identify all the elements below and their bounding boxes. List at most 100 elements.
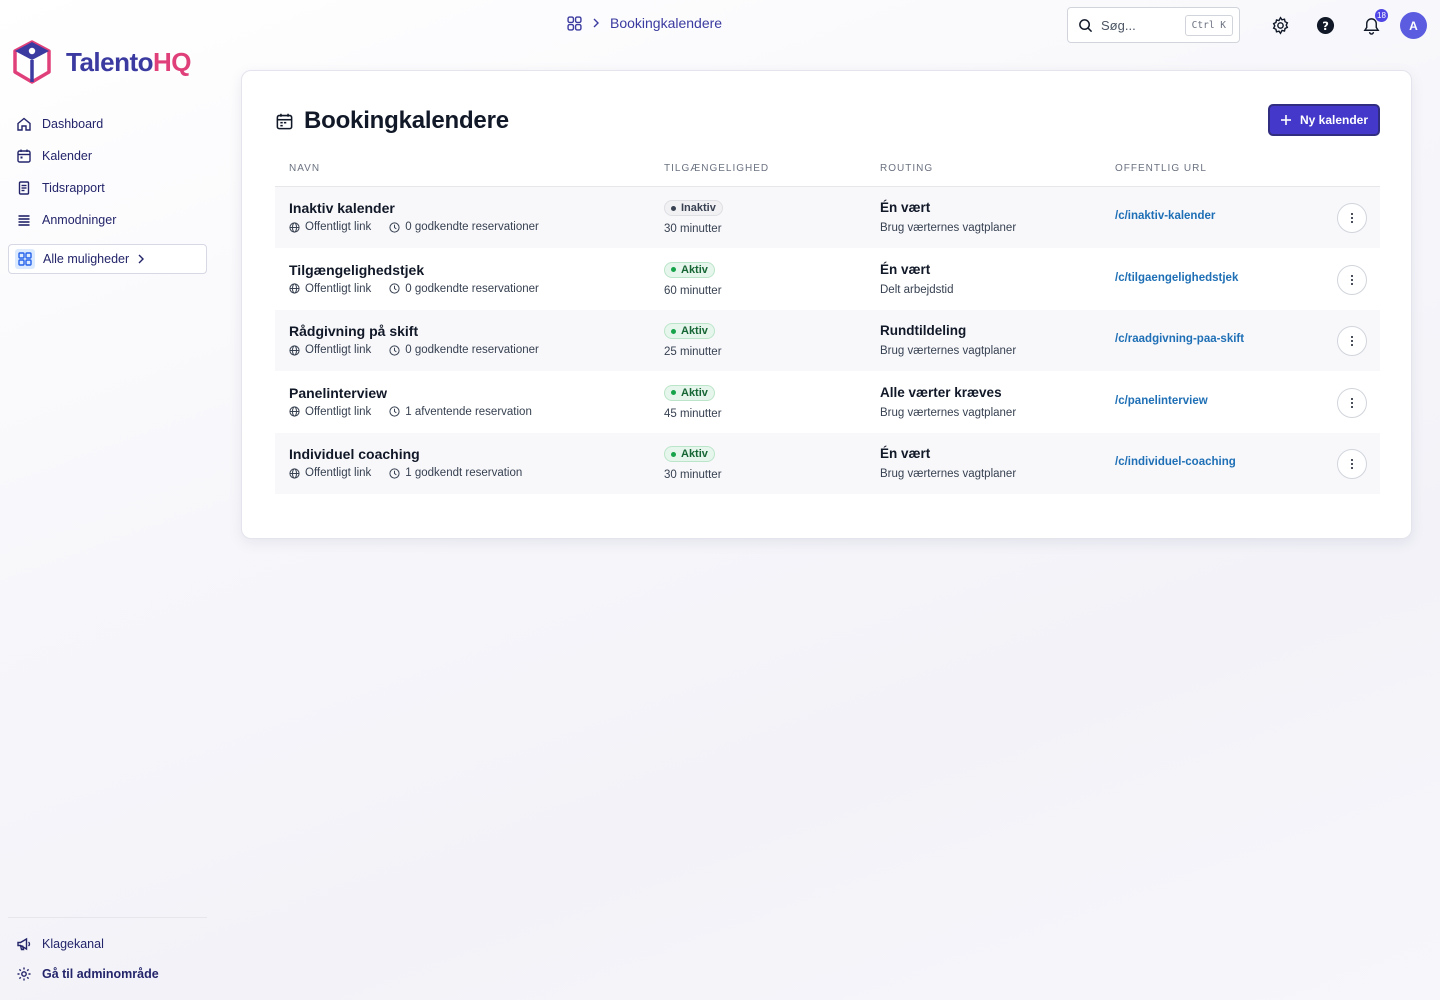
sidebar-nav: Dashboard Kalender Tidsrapport Anmodning… xyxy=(8,108,207,236)
logo-cube-icon xyxy=(13,40,51,84)
sidebar-item-label: Dashboard xyxy=(42,117,104,131)
public-link-label[interactable]: Offentligt link xyxy=(305,467,371,479)
breadcrumb-current[interactable]: Bookingkalendere xyxy=(610,15,722,31)
table-body: Inaktiv kalender Offentligt link 0 godke… xyxy=(275,187,1380,495)
sidebar-item-tidsrapport[interactable]: Tidsrapport xyxy=(8,172,207,204)
clock-icon xyxy=(389,344,400,356)
table-row[interactable]: Panelinterview Offentligt link 1 afvente… xyxy=(275,372,1380,433)
logo-text: TalentoHQ xyxy=(66,46,192,77)
public-link-label[interactable]: Offentligt link xyxy=(305,283,371,295)
status-badge: Inaktiv xyxy=(664,200,723,216)
table-row[interactable]: Individuel coaching Offentligt link 1 go… xyxy=(275,433,1380,495)
sidebar-item-anmodninger[interactable]: Anmodninger xyxy=(8,204,207,236)
routing-schedule: Delt arbejdstid xyxy=(880,283,954,296)
more-vertical-icon xyxy=(1351,459,1353,469)
public-link-label[interactable]: Offentligt link xyxy=(305,221,371,233)
help-button[interactable]: ? xyxy=(1314,14,1336,36)
calendar-name[interactable]: Inaktiv kalender xyxy=(289,200,395,216)
table-row[interactable]: Rådgivning på skift Offentligt link 0 go… xyxy=(275,310,1380,372)
routing-type: Én vært xyxy=(880,200,931,215)
document-icon xyxy=(18,181,30,195)
calendars-card: Bookingkalendere Ny kalender NAVN TILGÆN… xyxy=(241,70,1412,539)
calendar-name[interactable]: Panelinterview xyxy=(289,385,387,401)
status-label: Aktiv xyxy=(681,263,708,276)
sidebar-item-label: Anmodninger xyxy=(42,213,117,227)
status-dot xyxy=(671,328,676,334)
avatar[interactable]: A xyxy=(1400,12,1427,39)
list-icon xyxy=(18,215,30,226)
more-actions-button[interactable] xyxy=(1337,203,1367,233)
notifications-button[interactable]: 18 xyxy=(1360,9,1388,36)
reservations-count: 0 godkendte reservationer xyxy=(405,221,539,233)
column-header-name: NAVN xyxy=(289,163,321,174)
public-url-link[interactable]: /c/inaktiv-kalender xyxy=(1115,210,1215,222)
routing-type: Én vært xyxy=(880,261,931,277)
clock-icon xyxy=(389,283,400,294)
calendars-table: NAVN TILGÆNGELIGHED ROUTING OFFENTLIG UR… xyxy=(275,151,1380,495)
settings-button[interactable] xyxy=(1269,14,1291,36)
globe-icon xyxy=(289,283,300,294)
page-header: Bookingkalendere xyxy=(275,107,509,135)
calendar-name[interactable]: Individuel coaching xyxy=(289,446,420,462)
new-calendar-button[interactable]: Ny kalender xyxy=(1268,104,1380,136)
duration: 30 minutter xyxy=(664,469,722,481)
plus-icon xyxy=(1280,115,1291,125)
clock-icon xyxy=(389,406,400,417)
search-box[interactable]: Ctrl K xyxy=(1067,7,1240,43)
duration: 25 minutter xyxy=(664,346,722,358)
help-icon: ? xyxy=(1316,16,1334,34)
calendar-name[interactable]: Tilgængelighedstjek xyxy=(289,262,424,278)
status-label: Inaktiv xyxy=(681,202,716,214)
more-actions-button[interactable] xyxy=(1337,326,1367,356)
calendar-meta: Offentligt link 1 godkendt reservation xyxy=(289,467,522,479)
sidebar-item-label: Gå til adminområde xyxy=(42,967,159,981)
public-link-label[interactable]: Offentligt link xyxy=(305,406,371,418)
duration: 45 minutter xyxy=(664,407,722,420)
calendar-icon xyxy=(276,113,293,129)
status-badge: Aktiv xyxy=(664,384,715,401)
reservations-count: 0 godkendte reservationer xyxy=(405,282,539,295)
sidebar: TalentoHQ Dashboard Kalender Tidsrapport… xyxy=(0,0,215,1000)
logo[interactable]: TalentoHQ xyxy=(12,40,192,84)
search-input[interactable] xyxy=(1101,17,1181,33)
sidebar-item-kalender[interactable]: Kalender xyxy=(8,140,207,172)
clock-icon xyxy=(389,221,400,233)
notification-badge: 18 xyxy=(1375,9,1388,22)
table-header: NAVN TILGÆNGELIGHED ROUTING OFFENTLIG UR… xyxy=(275,151,1380,187)
public-url-link[interactable]: /c/raadgivning-paa-skift xyxy=(1115,333,1244,345)
public-url-link[interactable]: /c/panelinterview xyxy=(1115,395,1208,407)
column-header-availability: TILGÆNGELIGHED xyxy=(664,163,770,174)
public-url-link[interactable]: /c/tilgaengelighedstjek xyxy=(1115,272,1238,284)
grid-icon xyxy=(15,249,35,269)
status-dot xyxy=(671,451,676,457)
sidebar-item-klagekanal[interactable]: Klagekanal xyxy=(8,929,207,959)
sidebar-item-label: Tidsrapport xyxy=(42,181,105,195)
clock-icon xyxy=(389,467,400,479)
more-vertical-icon xyxy=(1351,213,1353,223)
reservations-count: 1 afventende reservation xyxy=(405,405,532,418)
home-icon xyxy=(17,117,31,131)
chevron-right-icon xyxy=(138,254,145,264)
table-row[interactable]: Tilgængelighedstjek Offentligt link 0 go… xyxy=(275,249,1380,310)
apps-grid-icon[interactable] xyxy=(567,15,582,31)
more-actions-button[interactable] xyxy=(1337,449,1367,479)
more-actions-button[interactable] xyxy=(1337,264,1367,295)
table-row[interactable]: Inaktiv kalender Offentligt link 0 godke… xyxy=(275,187,1380,249)
column-header-url: OFFENTLIG URL xyxy=(1115,163,1207,174)
sidebar-item-dashboard[interactable]: Dashboard xyxy=(8,108,207,140)
sidebar-item-label: Klagekanal xyxy=(42,937,104,951)
calendar-name[interactable]: Rådgivning på skift xyxy=(289,323,418,339)
public-url-link[interactable]: /c/individuel-coaching xyxy=(1115,456,1236,468)
all-options-button[interactable]: Alle muligheder xyxy=(8,244,207,274)
status-label: Aktiv xyxy=(681,386,708,399)
more-actions-button[interactable] xyxy=(1337,387,1367,418)
more-vertical-icon xyxy=(1351,274,1353,285)
calendar-meta: Offentligt link 0 godkendte reservatione… xyxy=(289,283,539,295)
routing-type: Én vært xyxy=(880,446,931,461)
globe-icon xyxy=(289,467,300,479)
sidebar-item-admin[interactable]: Gå til adminområde xyxy=(8,959,207,989)
breadcrumb: Bookingkalendere xyxy=(567,15,722,31)
globe-icon xyxy=(289,221,300,233)
public-link-label[interactable]: Offentligt link xyxy=(305,344,371,356)
duration: 60 minutter xyxy=(664,284,722,297)
